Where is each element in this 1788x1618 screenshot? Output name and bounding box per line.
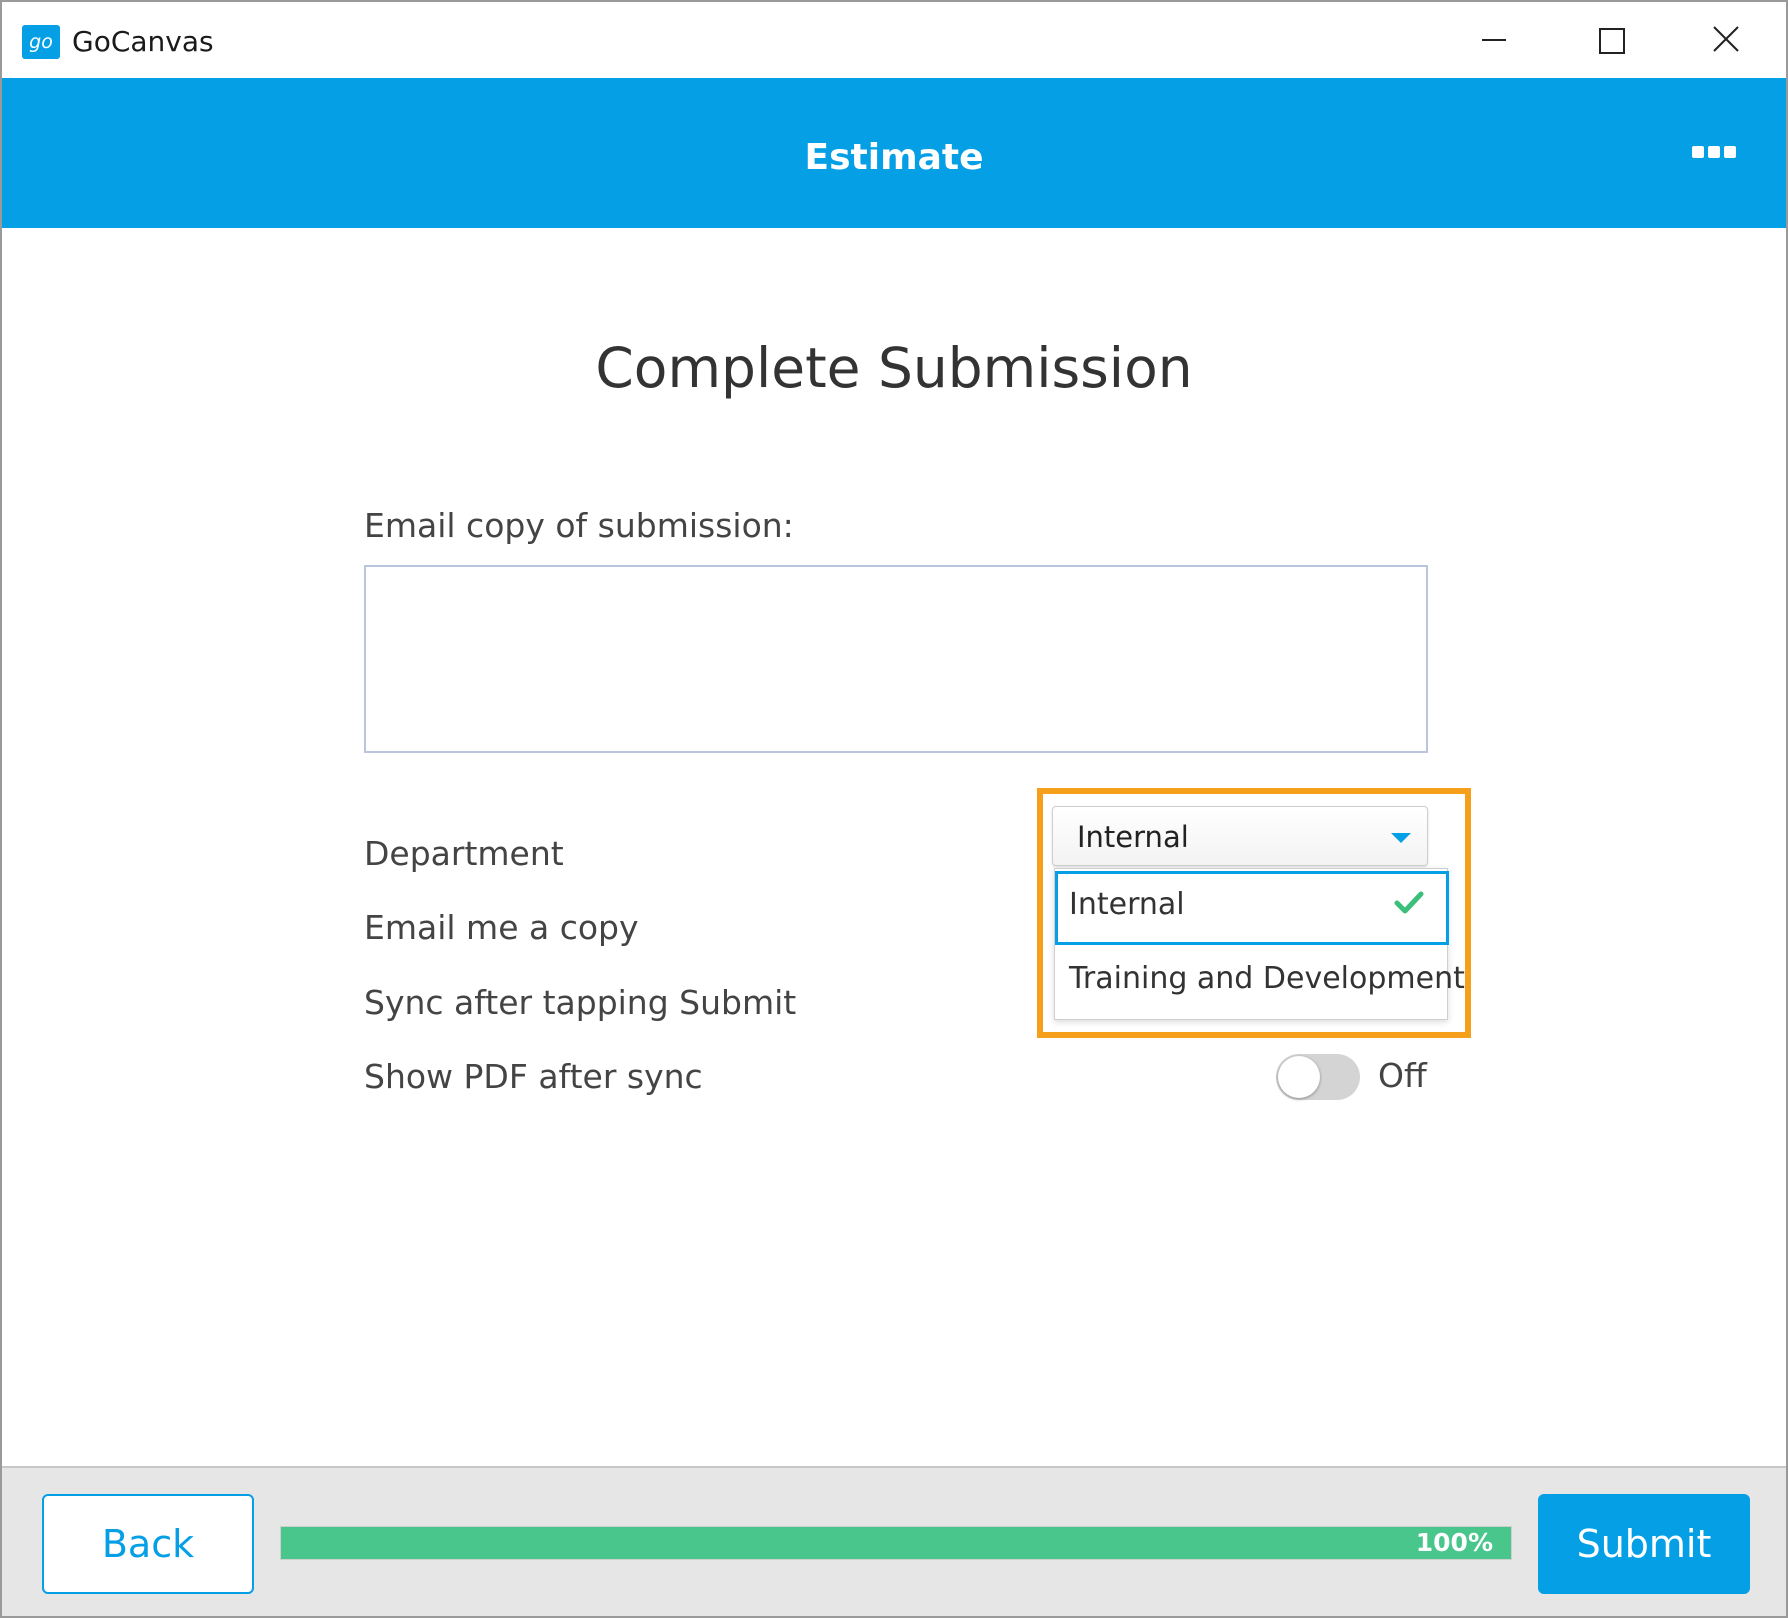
department-dropdown-list: Internal Training and Development: [1054, 868, 1465, 1020]
show-pdf-label: Show PDF after sync: [364, 1057, 703, 1096]
toggle-knob: [1278, 1056, 1320, 1098]
option-label: Training and Development: [1069, 961, 1465, 996]
option-label: Internal: [1069, 887, 1185, 922]
minimize-button[interactable]: [1436, 2, 1552, 78]
maximize-button[interactable]: [1552, 2, 1668, 78]
department-select-value: Internal: [1077, 820, 1189, 854]
form-header: Estimate: [2, 78, 1786, 228]
progress-bar: 100%: [280, 1526, 1512, 1560]
show-pdf-toggle[interactable]: [1276, 1054, 1360, 1100]
footer-bar: Back 100% Submit: [2, 1466, 1786, 1616]
page-title: Complete Submission: [595, 336, 1193, 400]
gocanvas-logo-icon: go: [22, 25, 60, 59]
department-label: Department: [364, 834, 564, 873]
progress-fill: 100%: [281, 1527, 1511, 1559]
email-me-copy-label: Email me a copy: [364, 908, 639, 947]
sync-after-submit-label: Sync after tapping Submit: [364, 983, 797, 1022]
window-title: GoCanvas: [72, 25, 214, 58]
progress-text: 100%: [1415, 1528, 1493, 1557]
show-pdf-toggle-state: Off: [1378, 1056, 1427, 1095]
app-window: go GoCanvas Estimate Complete Submission…: [0, 0, 1788, 1618]
header-title: Estimate: [804, 137, 984, 178]
title-bar: go GoCanvas: [2, 2, 1786, 78]
chevron-down-icon: [1391, 833, 1411, 843]
email-copy-input[interactable]: [364, 565, 1428, 753]
submit-button[interactable]: Submit: [1538, 1494, 1750, 1594]
back-button[interactable]: Back: [42, 1494, 254, 1594]
department-option-internal[interactable]: Internal: [1055, 871, 1449, 945]
more-icon[interactable]: [1692, 146, 1736, 160]
email-copy-label: Email copy of submission:: [364, 506, 794, 545]
close-icon: [1713, 26, 1739, 52]
close-button[interactable]: [1668, 2, 1784, 78]
checkmark-icon: [1394, 891, 1424, 914]
department-option-training[interactable]: Training and Development: [1055, 945, 1465, 1019]
department-select[interactable]: Internal: [1052, 806, 1428, 866]
